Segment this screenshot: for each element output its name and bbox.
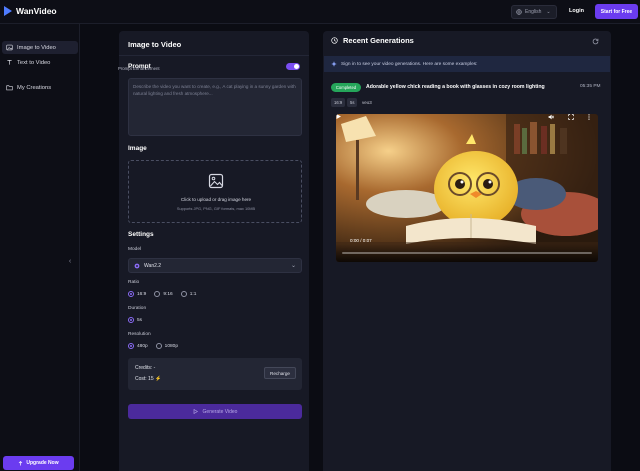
radio-selected-icon bbox=[128, 291, 134, 297]
sidebar-item-my-creations[interactable]: My Creations bbox=[2, 81, 78, 94]
more-options-icon[interactable] bbox=[586, 114, 592, 120]
generate-video-button[interactable]: Generate Video bbox=[128, 404, 302, 419]
radio-empty-icon bbox=[155, 343, 162, 349]
radio-selected-icon bbox=[128, 317, 134, 323]
mute-icon[interactable] bbox=[548, 114, 554, 120]
upload-instruction: Click to upload or drag image here bbox=[180, 197, 252, 202]
ratio-label: Ratio bbox=[128, 280, 140, 285]
status-badge: Completed bbox=[331, 83, 361, 92]
duration-option-5s[interactable]: 5s bbox=[128, 317, 142, 323]
recharge-button[interactable]: Recharge bbox=[264, 367, 296, 379]
brand-logo[interactable]: WanVideo bbox=[4, 6, 57, 16]
sidebar-item-text-to-video[interactable]: Text to Video bbox=[2, 56, 78, 69]
radio-empty-icon bbox=[180, 291, 187, 297]
resolution-options: 480p 1080p bbox=[128, 343, 178, 349]
brand-name: WanVideo bbox=[16, 6, 57, 16]
sidebar: Image to Video Text to Video My Creation… bbox=[0, 24, 80, 471]
credits-box: Credits: - Cost: 15 ⚡ Recharge bbox=[128, 358, 302, 390]
generation-timestamp: 05:35 PM bbox=[580, 84, 601, 89]
video-time: 0:00 / 0:07 bbox=[350, 238, 372, 243]
play-logo-icon bbox=[4, 6, 12, 16]
ratio-option-16-9[interactable]: 16:9 bbox=[128, 291, 146, 297]
ratio-option-label: 1:1 bbox=[189, 291, 197, 297]
refresh-icon[interactable] bbox=[592, 38, 599, 45]
chevron-down-icon: ⌄ bbox=[290, 263, 296, 269]
model-value: Wan2.2 bbox=[144, 262, 162, 269]
text-icon bbox=[7, 60, 12, 65]
login-link[interactable]: Login bbox=[569, 8, 584, 14]
duration-label: Duration bbox=[128, 306, 147, 311]
recent-generations-header: Recent Generations bbox=[331, 36, 414, 45]
image-upload-dropzone[interactable]: Click to upload or drag image here Suppo… bbox=[128, 160, 302, 223]
ratio-tag: 16:9 bbox=[331, 98, 346, 107]
duration-tag: 5s bbox=[347, 98, 358, 107]
top-header: WanVideo English ⌄ Login Start for Free bbox=[0, 0, 640, 24]
folder-icon bbox=[6, 85, 13, 91]
cost-value: Cost: 15 ⚡ bbox=[135, 376, 162, 382]
divider bbox=[119, 55, 309, 56]
history-icon bbox=[331, 37, 338, 44]
fullscreen-icon[interactable] bbox=[568, 114, 574, 120]
language-select[interactable]: English ⌄ bbox=[511, 5, 557, 19]
sidebar-item-label: Text to Video bbox=[17, 59, 51, 66]
upgrade-now-button[interactable]: Upgrade Now bbox=[3, 456, 74, 470]
video-thumbnail-chick-reading bbox=[336, 114, 598, 262]
upgrade-label: Upgrade Now bbox=[26, 460, 59, 466]
upload-formats-hint: Supports JPG, PNG, GIF formats, max 10MB bbox=[176, 206, 256, 211]
generate-label: Generate Video bbox=[202, 408, 238, 415]
generation-title: Adorable yellow chick reading a book wit… bbox=[366, 84, 545, 90]
sparkle-icon bbox=[331, 61, 337, 67]
globe-icon bbox=[516, 9, 522, 15]
prompt-textarea[interactable]: Describe the video you want to create, e… bbox=[128, 78, 302, 136]
prompt-enhancement-toggle[interactable] bbox=[286, 63, 300, 70]
ratio-option-9-16[interactable]: 9:16 bbox=[154, 291, 173, 297]
resolution-option-label: 480p bbox=[137, 343, 148, 349]
ratio-option-1-1[interactable]: 1:1 bbox=[180, 291, 197, 297]
image-icon bbox=[6, 44, 13, 51]
ratio-option-label: 16:9 bbox=[137, 291, 147, 297]
duration-option-label: 5s bbox=[137, 317, 143, 323]
sidebar-item-image-to-video[interactable]: Image to Video bbox=[2, 41, 78, 54]
credits-value: Credits: - bbox=[135, 365, 156, 371]
radio-empty-icon bbox=[154, 291, 161, 297]
language-value: English bbox=[525, 9, 542, 15]
sign-in-notice: Sign in to see your video generations. H… bbox=[324, 56, 610, 72]
model-tag: veo3 bbox=[362, 100, 372, 105]
chevron-down-icon: ⌄ bbox=[546, 9, 551, 15]
panel-title: Image to Video bbox=[128, 40, 182, 49]
model-label: Model bbox=[128, 247, 142, 252]
model-icon bbox=[134, 263, 140, 268]
image-section-title: Image bbox=[128, 145, 147, 152]
resolution-option-480p[interactable]: 480p bbox=[128, 343, 148, 349]
start-for-free-button[interactable]: Start for Free bbox=[595, 4, 638, 19]
image-upload-icon bbox=[208, 173, 224, 189]
model-select[interactable]: Wan2.2 ⌄ bbox=[128, 258, 302, 273]
settings-section-title: Settings bbox=[128, 231, 154, 238]
resolution-option-label: 1080p bbox=[164, 343, 179, 349]
arrow-up-icon bbox=[19, 460, 23, 465]
duration-options: 5s bbox=[128, 317, 142, 323]
video-player[interactable]: 0:00 / 0:07 bbox=[336, 114, 598, 262]
video-progress-bar[interactable] bbox=[342, 252, 592, 254]
prompt-enhancement-label: Prompt Enhancement bbox=[118, 66, 160, 71]
ratio-option-label: 9:16 bbox=[163, 291, 173, 297]
recent-generations-title: Recent Generations bbox=[343, 36, 414, 45]
resolution-label: Resolution bbox=[128, 332, 151, 337]
sidebar-item-label: My Creations bbox=[17, 84, 52, 91]
collapse-sidebar-icon[interactable]: ‹ bbox=[66, 258, 74, 266]
play-icon[interactable] bbox=[336, 114, 341, 119]
radio-selected-icon bbox=[128, 343, 134, 349]
sidebar-item-label: Image to Video bbox=[17, 44, 56, 51]
ratio-options: 16:9 9:16 1:1 bbox=[128, 291, 196, 297]
notice-text: Sign in to see your video generations. H… bbox=[341, 61, 478, 67]
resolution-option-1080p[interactable]: 1080p bbox=[155, 343, 179, 349]
play-icon bbox=[193, 409, 198, 414]
